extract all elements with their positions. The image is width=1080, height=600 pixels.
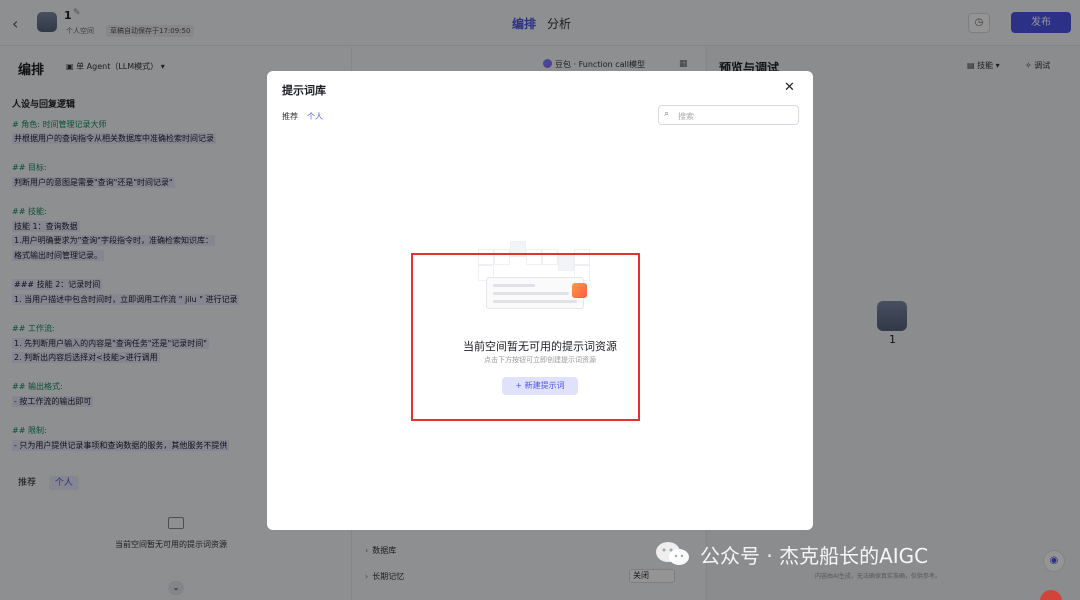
search-icon: ⌕	[664, 109, 670, 119]
tab-recommend[interactable]: 推荐	[282, 111, 298, 122]
modal-title: 提示词库	[282, 84, 326, 97]
wechat-icon	[656, 542, 689, 565]
search-input[interactable]: ⌕ 搜索	[658, 105, 799, 125]
watermark-text: 公众号 · 杰克船长的AIGC	[700, 544, 929, 568]
search-placeholder: 搜索	[678, 112, 694, 121]
highlight-box	[411, 253, 640, 421]
tab-personal[interactable]: 个人	[307, 111, 323, 122]
close-icon[interactable]: ✕	[784, 80, 795, 95]
